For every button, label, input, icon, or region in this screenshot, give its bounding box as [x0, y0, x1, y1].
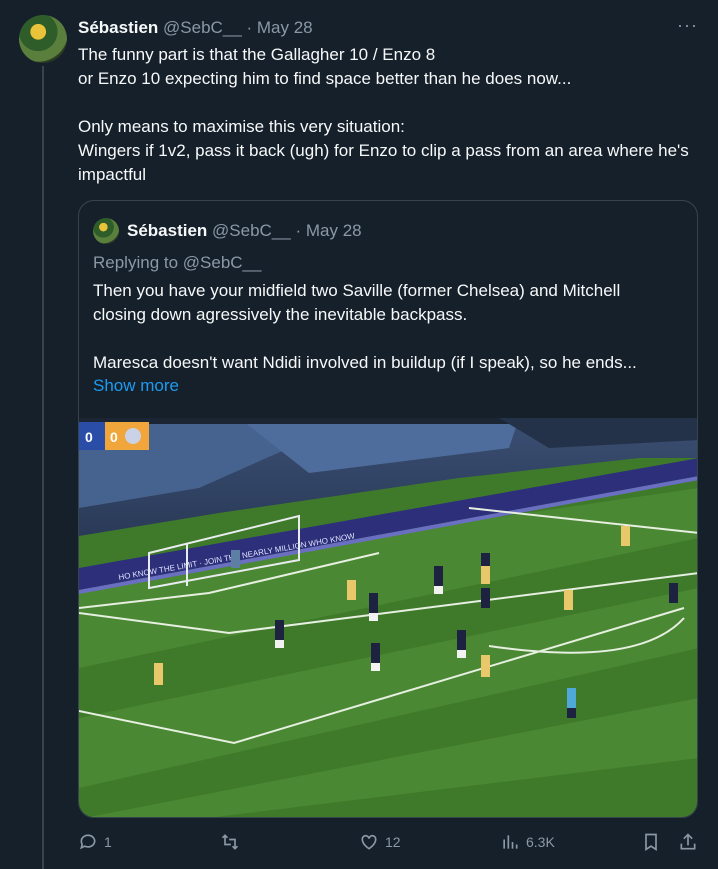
views-icon: [503, 835, 518, 849]
share-icon: [680, 833, 696, 850]
quote-date: May 28: [305, 221, 362, 240]
tweet-line: Wingers if 1v2, pass it back (ugh) for E…: [78, 141, 689, 184]
avatar[interactable]: [19, 15, 67, 63]
quote-text: Then you have your midfield two Saville …: [93, 279, 688, 375]
football-match-image[interactable]: HO KNOW THE LIMIT · JOIN THE NEARLY MILL…: [79, 418, 698, 818]
separator: ·: [246, 18, 253, 37]
like-button[interactable]: 12: [359, 832, 401, 852]
svg-text:0: 0: [110, 429, 118, 445]
reply-count: 1: [104, 834, 112, 850]
show-more-link[interactable]: Show more: [93, 376, 179, 396]
heart-icon: [361, 834, 377, 850]
quote-line: Maresca doesn't want Ndidi involved in b…: [93, 353, 637, 372]
bookmark-icon: [645, 833, 657, 852]
quoted-tweet[interactable]: Sébastien @SebC__ · May 28 Replying to @…: [78, 200, 698, 818]
replying-to: Replying to @SebC__: [93, 253, 262, 272]
author-handle[interactable]: @SebC__: [163, 18, 242, 37]
reply-button[interactable]: 1: [78, 832, 112, 852]
quote-header: Sébastien @SebC__ · May 28: [127, 220, 362, 242]
tweet-line: or Enzo 10 expecting him to find space b…: [78, 69, 572, 88]
svg-text:0: 0: [85, 429, 93, 445]
retweet-button[interactable]: [219, 832, 247, 852]
tweet-date[interactable]: May 28: [257, 18, 313, 37]
action-bar: 1 12 6.3K: [78, 832, 706, 858]
more-options-icon[interactable]: ···: [677, 16, 698, 34]
bookmark-button[interactable]: [641, 832, 661, 852]
tweet-line: Only means to maximise this very situati…: [78, 117, 405, 136]
author-name[interactable]: Sébastien: [78, 18, 158, 37]
quote-avatar: [93, 218, 119, 244]
views-button[interactable]: 6.3K: [500, 832, 555, 852]
quote-line: Then you have your midfield two Saville …: [93, 281, 621, 300]
tweet-line: The funny part is that the Gallagher 10 …: [78, 45, 436, 64]
share-button[interactable]: [678, 832, 698, 852]
tweet-text: The funny part is that the Gallagher 10 …: [78, 43, 698, 187]
quote-separator: ·: [295, 221, 302, 240]
quote-author-name: Sébastien: [127, 221, 208, 240]
like-count: 12: [385, 834, 401, 850]
quote-author-handle: @SebC__: [212, 221, 291, 240]
reply-icon: [80, 834, 96, 850]
views-count: 6.3K: [526, 834, 555, 850]
tweet-header: Sébastien @SebC__ · May 28: [78, 17, 313, 39]
thread-line: [42, 66, 44, 869]
retweet-icon: [221, 834, 239, 850]
quote-line: closing down agressively the inevitable …: [93, 305, 468, 324]
